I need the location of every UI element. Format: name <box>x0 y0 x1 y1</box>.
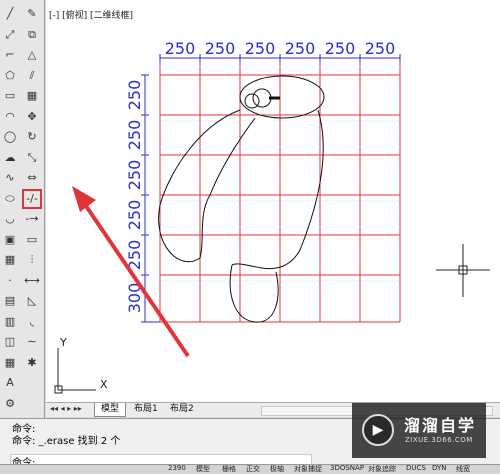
status-polar[interactable]: 极轴 <box>270 464 284 474</box>
figure-sketch <box>158 75 325 323</box>
crosshair-cursor <box>436 244 490 297</box>
status-otrack[interactable]: 对象追踪 <box>368 464 396 474</box>
dim-left-1: 250 <box>125 80 144 111</box>
ucs-icon <box>54 348 96 394</box>
status-grid[interactable]: 栅格 <box>222 464 236 474</box>
status-ortho[interactable]: 正交 <box>246 464 260 474</box>
dim-top-1: 250 <box>165 39 196 58</box>
command-history-line-2: 命令: _.erase 找到 2 个 <box>12 436 121 447</box>
ucs-x-label: X <box>100 378 108 391</box>
status-dyn[interactable]: DYN <box>432 464 447 472</box>
status-model[interactable]: 模型 <box>196 464 210 474</box>
dim-left-2: 250 <box>125 120 144 151</box>
status-osnap[interactable]: 对象捕捉 <box>294 464 322 474</box>
dim-top-3: 250 <box>245 39 276 58</box>
watermark-subtitle: ZIXUE.3D66.COM <box>405 436 473 444</box>
status-lineweight[interactable]: 线宽 <box>456 464 470 474</box>
tab-layout1[interactable]: 布局1 <box>128 403 164 416</box>
status-coords: 2390 <box>168 464 186 472</box>
watermark: ▶ 溜溜自学 ZIXUE.3D66.COM <box>352 403 486 458</box>
dim-top-2: 250 <box>205 39 236 58</box>
tab-model[interactable]: 模型 <box>94 403 127 417</box>
tab-layout2[interactable]: 布局2 <box>164 403 200 416</box>
dim-top-5: 250 <box>325 39 356 58</box>
tab-nav-arrows[interactable]: ◂◂ ◂ ▸ ▸▸ <box>50 404 82 413</box>
status-ducs[interactable]: DUCS <box>406 464 426 472</box>
dim-top-4: 250 <box>285 39 316 58</box>
dim-left-4: 250 <box>125 200 144 231</box>
ucs-y-label: Y <box>59 336 67 349</box>
status-3dosnap[interactable]: 3DOSNAP <box>330 464 364 472</box>
play-logo-icon: ▶ <box>362 414 394 446</box>
dim-left-3: 250 <box>125 160 144 191</box>
dim-top-6: 250 <box>365 39 396 58</box>
watermark-title: 溜溜自学 <box>404 416 477 435</box>
